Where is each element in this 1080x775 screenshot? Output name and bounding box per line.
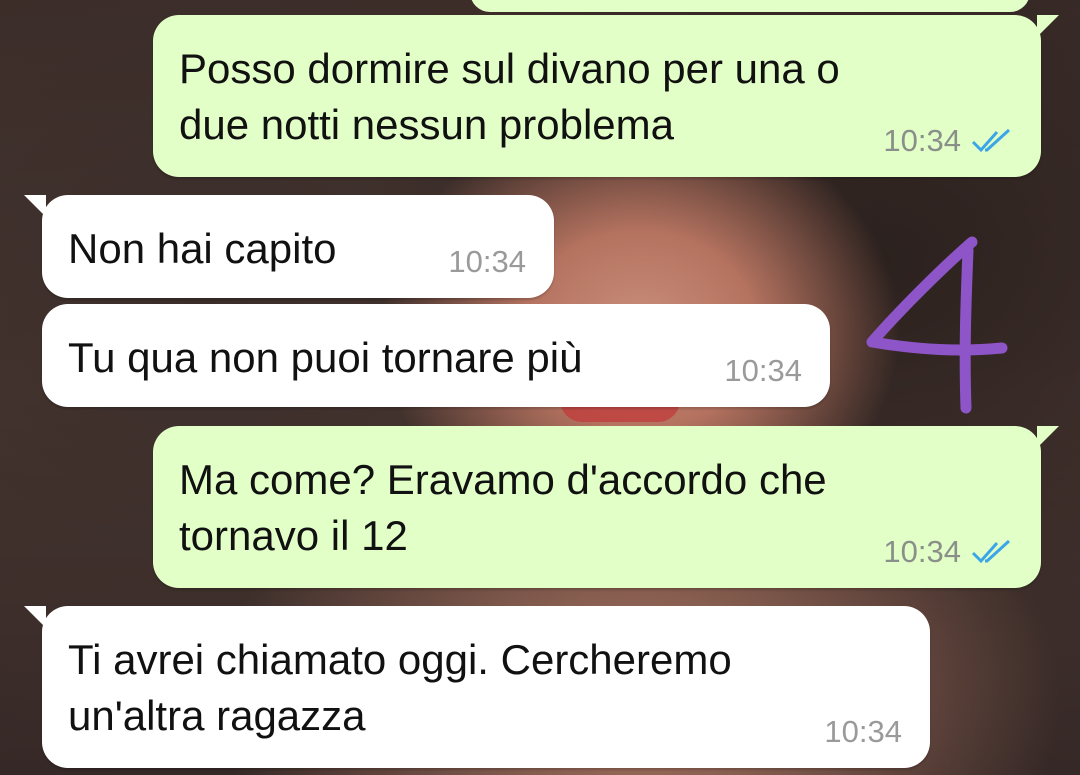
- message-time: 10:34: [883, 123, 961, 158]
- message-meta: 10:34: [883, 534, 1013, 570]
- message-time: 10:34: [883, 534, 961, 569]
- message-time: 10:34: [724, 353, 802, 388]
- message-time: 10:34: [448, 244, 526, 279]
- previous-message-bubble-edge: [470, 0, 1030, 12]
- message-meta: 10:34: [824, 714, 902, 750]
- message-bubble-outgoing[interactable]: Posso dormire sul divano per una o due n…: [153, 15, 1059, 177]
- message-meta: 10:34: [724, 353, 802, 389]
- bubble-tail: [1037, 15, 1059, 37]
- message-bubble-outgoing[interactable]: Ma come? Eravamo d'accordo che tornavo i…: [153, 426, 1059, 588]
- bubble-tail: [24, 606, 46, 628]
- bubble-tail: [1037, 426, 1059, 448]
- message-meta: 10:34: [448, 244, 526, 280]
- message-meta: 10:34: [883, 123, 1013, 159]
- message-bubble-incoming[interactable]: Non hai capito 10:34: [24, 195, 554, 298]
- message-text: Ti avrei chiamato oggi. Cercheremo un'al…: [68, 636, 732, 739]
- message-bubble-incoming[interactable]: Tu qua non puoi tornare più 10:34: [42, 304, 830, 407]
- double-check-read-icon: [971, 128, 1013, 154]
- handwritten-number-annotation: [866, 236, 1008, 414]
- double-check-read-icon: [971, 539, 1013, 565]
- message-bubble-incoming[interactable]: Ti avrei chiamato oggi. Cercheremo un'al…: [24, 606, 930, 768]
- message-time: 10:34: [824, 714, 902, 749]
- bubble-tail: [24, 195, 46, 217]
- message-text: Tu qua non puoi tornare più: [68, 334, 583, 381]
